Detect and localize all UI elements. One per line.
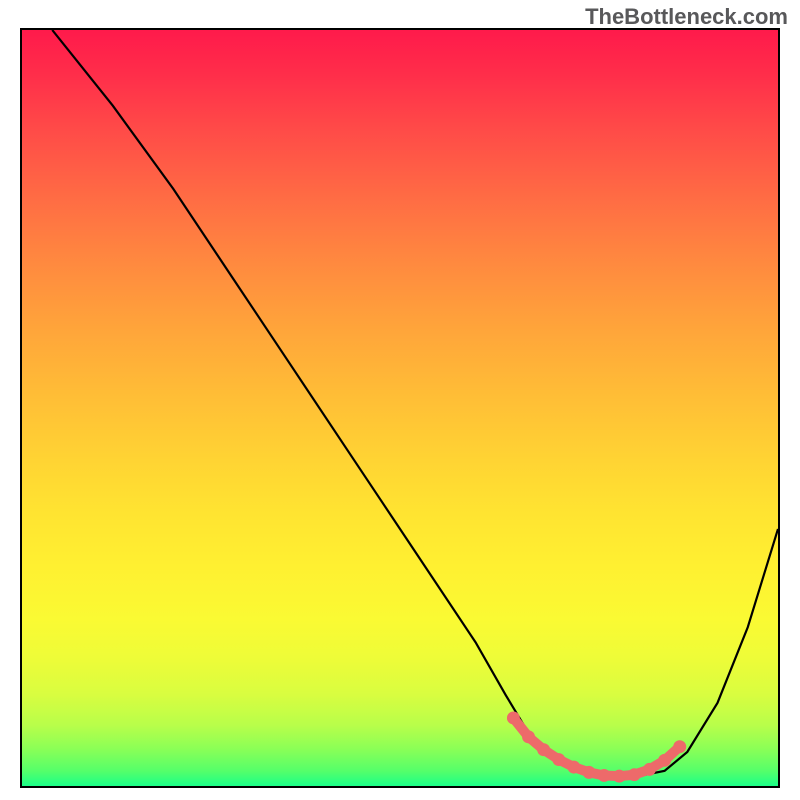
valley-dot (522, 730, 535, 743)
valley-dot (567, 761, 580, 774)
valley-dot (583, 766, 596, 779)
watermark-text: TheBottleneck.com (585, 4, 788, 30)
valley-dot (643, 763, 656, 776)
valley-dot (628, 768, 641, 781)
chart-container: TheBottleneck.com (0, 0, 800, 800)
valley-dot (658, 754, 671, 767)
valley-dot (613, 770, 626, 783)
plot-area (20, 28, 780, 788)
valley-dot (673, 740, 686, 753)
valley-dot (552, 753, 565, 766)
valley-dot (598, 769, 611, 782)
valley-dot (537, 743, 550, 756)
valley-dot (507, 711, 520, 724)
main-curve (52, 30, 778, 777)
